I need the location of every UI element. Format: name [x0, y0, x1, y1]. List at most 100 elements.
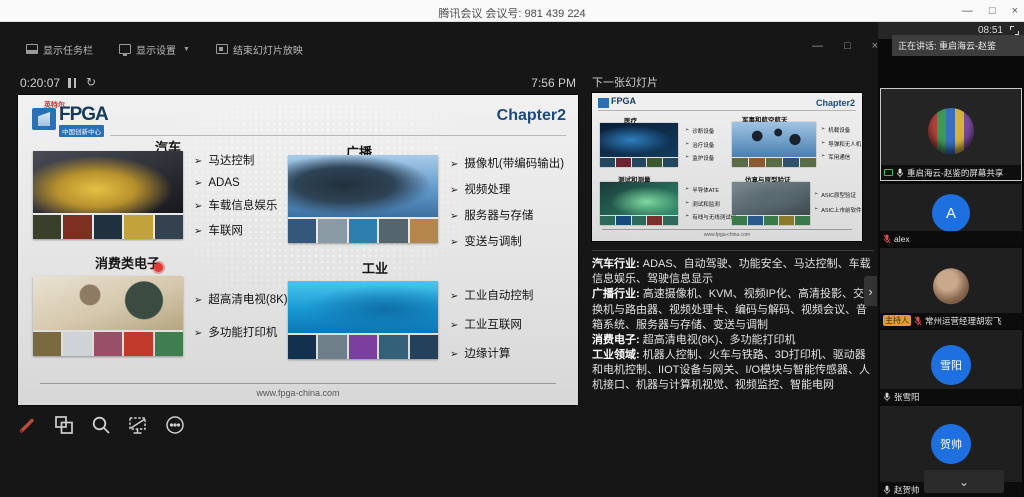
fpga-logo-icon: [598, 98, 609, 108]
fullscreen-icon[interactable]: [1010, 26, 1019, 35]
pause-timer-button[interactable]: [68, 78, 77, 88]
expand-sidebar-button[interactable]: ›: [864, 276, 877, 306]
automotive-bullets: ➢马达控制 ➢ADAS ➢车载信息娱乐 ➢车联网: [194, 152, 277, 238]
fpga-logo-icon: [32, 108, 56, 130]
speaking-toast: 正在讲话: 重启海云-赵鉴: [892, 35, 1024, 56]
chevron-right-icon: ›: [868, 284, 872, 299]
microphone-icon: [883, 392, 891, 402]
screen-share-icon: [884, 169, 893, 176]
avatar: 贺帅: [931, 424, 971, 464]
bullet-item: ➢服务器与存储: [450, 207, 564, 223]
bullet-item: ➢车载信息娱乐: [194, 197, 277, 213]
chapter-label: Chapter2: [816, 98, 855, 108]
video-tile-screen-share[interactable]: 重启海云-赵鉴的屏幕共享: [880, 88, 1022, 181]
current-slide[interactable]: 英特尔 FPGA 中国创新中心 Chapter2 汽车 ➢马达控制 ➢ADAS …: [18, 95, 578, 405]
more-options-button[interactable]: [162, 412, 188, 438]
participant-name: alex: [894, 234, 910, 244]
participant-name: 重启海云-赵鉴的屏幕共享: [907, 167, 1003, 179]
video-tile-host[interactable]: 主持人 常州运营经理胡宏飞: [880, 248, 1022, 328]
bullet-item: ➢工业互联网: [450, 316, 533, 332]
microphone-icon: [883, 485, 891, 495]
avatar: A: [932, 194, 970, 232]
end-slideshow-button[interactable]: 结束幻灯片放映: [216, 42, 303, 57]
participant-name: 常州运营经理胡宏飞: [925, 315, 1002, 327]
bullet-item: ➢超高清电视(8K): [194, 291, 288, 307]
bullet-item: ➢多功能打印机: [194, 324, 288, 340]
bullet-arrow-icon: ➢: [450, 349, 458, 360]
show-taskbar-button[interactable]: 显示任务栏: [26, 42, 93, 57]
industrial-image: [288, 281, 438, 359]
speaker-notes: 汽车行业: ADAS、自动驾驶、功能安全、马达控制、车载信息娱乐、驾驶信息显示 …: [592, 250, 874, 390]
bullet-item: ➢ADAS: [194, 177, 277, 189]
monitor-icon: [119, 44, 131, 54]
prototyping-bullets: ➢ASIC原型验证 ➢ASIC上市前软件设计: [814, 191, 862, 214]
shared-screen-area: 显示任务栏 显示设置 ▼ 结束幻灯片放映 — □ × 0:20:07 ↻ 7:5…: [0, 22, 1024, 497]
bullet-item: ➢工业自动控制: [450, 287, 533, 303]
window-minimize-button[interactable]: —: [962, 5, 973, 17]
slide-footer-url: www.fpga-china.com: [18, 388, 578, 398]
broadcast-image: [288, 155, 438, 243]
meeting-title: 腾讯会议 会议号: 981 439 224: [0, 5, 1024, 21]
next-slide-label: 下一张幻灯片: [592, 74, 658, 90]
chapter-label: Chapter2: [497, 107, 566, 125]
bullet-arrow-icon: ➢: [194, 201, 202, 212]
bullet-arrow-icon: ➢: [194, 156, 202, 167]
fpga-logo: 英特尔 FPGA 中国创新中心: [32, 100, 142, 136]
video-tile-alex[interactable]: A alex: [880, 184, 1022, 246]
medical-image: [600, 123, 678, 167]
dropdown-caret-icon: ▼: [183, 46, 190, 53]
participants-sidebar: 08:51 正在讲话: 重启海云-赵鉴 重启海云-赵鉴的屏幕共享 A: [878, 22, 1024, 497]
presenter-timer-row: 0:20:07 ↻ 7:56 PM: [20, 76, 576, 92]
medical-bullets: ➢诊断设备 ➢治疗设备 ➢监护设备: [685, 127, 714, 162]
test-measurement-image: [600, 182, 678, 225]
chevron-down-icon: ⌄: [959, 475, 969, 489]
bullet-arrow-icon: ➢: [194, 295, 202, 306]
video-tile-zhangxueyang[interactable]: 雪阳 张雪阳: [880, 330, 1022, 404]
consumer-image: [33, 276, 183, 356]
broadcast-bullets: ➢摄像机(带编码输出) ➢视频处理 ➢服务器与存储 ➢变送与调制: [450, 155, 564, 249]
next-slide-preview[interactable]: FPGA Chapter2 医疗 ➢诊断设备 ➢治疗设备 ➢监护设备 军事和航空…: [592, 93, 862, 241]
screen-share-thumbnail: [928, 108, 974, 154]
bullet-item: ➢车联网: [194, 222, 277, 238]
bullet-item: ➢变送与调制: [450, 233, 564, 249]
window-close-button[interactable]: ×: [1012, 5, 1018, 17]
bullet-arrow-icon: ➢: [450, 320, 458, 331]
taskbar-icon: [26, 44, 38, 54]
display-settings-button[interactable]: 显示设置 ▼: [119, 42, 190, 57]
ppt-presenter-toolbar: 显示任务栏 显示设置 ▼ 结束幻灯片放映: [0, 38, 585, 60]
slideshow-icon: [216, 44, 228, 54]
bullet-arrow-icon: ➢: [450, 159, 458, 170]
bullet-item: ➢马达控制: [194, 152, 277, 168]
bullet-item: ➢边缘计算: [450, 345, 533, 361]
window-maximize-button[interactable]: □: [989, 5, 996, 17]
automotive-image: [33, 151, 183, 239]
consumer-bullets: ➢超高清电视(8K) ➢多功能打印机: [194, 291, 288, 340]
bullet-item: ➢视频处理: [450, 181, 564, 197]
restart-timer-button[interactable]: ↻: [86, 75, 96, 89]
bullet-arrow-icon: ➢: [450, 211, 458, 222]
presenter-minimize-button[interactable]: —: [812, 40, 823, 52]
bullet-arrow-icon: ➢: [194, 226, 202, 237]
host-badge: 主持人: [883, 315, 911, 326]
zoom-slide-button[interactable]: [88, 412, 114, 438]
section-title-consumer: 消费类电子: [95, 253, 160, 272]
bullet-arrow-icon: ➢: [194, 178, 202, 189]
test-measurement-bullets: ➢半导体ATE ➢测试和监测 ➢有线与无线测试仪: [685, 186, 736, 221]
presenter-restore-button[interactable]: □: [844, 40, 851, 52]
military-bullets: ➢机载设备 ➢导弹和无人机 ➢军用通信: [821, 126, 861, 161]
see-all-slides-button[interactable]: [51, 412, 77, 438]
current-time: 7:56 PM: [531, 76, 576, 90]
prototyping-image: [732, 182, 810, 225]
bullet-item: ➢摄像机(带编码输出): [450, 155, 564, 171]
industrial-bullets: ➢工业自动控制 ➢工业互联网 ➢边缘计算: [450, 287, 533, 361]
avatar: 雪阳: [931, 345, 971, 385]
black-screen-button[interactable]: [125, 412, 151, 438]
pen-tool-button[interactable]: [14, 412, 40, 438]
bullet-arrow-icon: ➢: [450, 185, 458, 196]
avatar: [933, 268, 969, 304]
bullet-arrow-icon: ➢: [194, 328, 202, 339]
microphone-icon: [896, 168, 904, 178]
bullet-arrow-icon: ➢: [450, 291, 458, 302]
participant-name: 赵贺帅: [894, 484, 920, 496]
collapse-videos-button[interactable]: ⌄: [924, 470, 1004, 493]
